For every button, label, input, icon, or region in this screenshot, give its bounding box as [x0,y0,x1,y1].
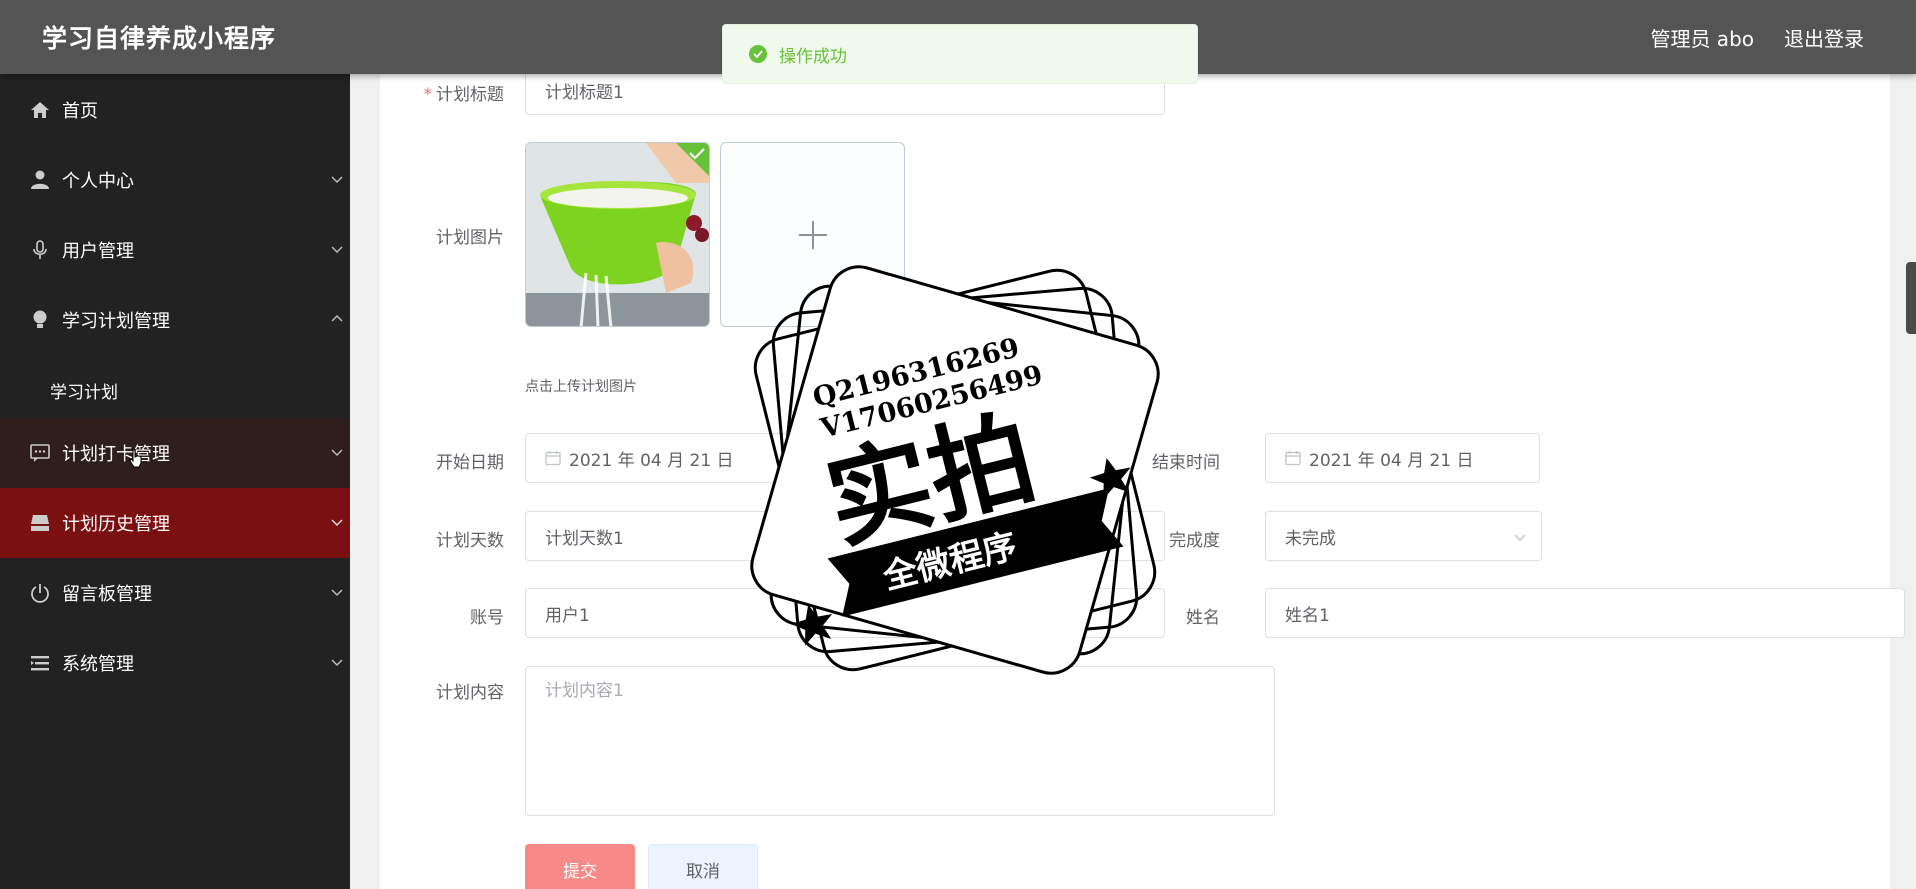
check-circle-icon [749,45,767,63]
sidebar-item-label: 学习计划 [50,382,118,403]
sidebar-item-study-plan-management[interactable]: 学习计划管理 [0,285,350,355]
chevron-down-icon [331,176,343,184]
rice-washing-photo [526,143,709,326]
calendar-icon [545,451,561,466]
chevron-down-icon [331,519,343,527]
chevron-down-icon [331,659,343,667]
upload-hint: 点击上传计划图片 [525,379,637,395]
chevron-up-icon [331,314,343,322]
list-icon [29,652,51,674]
sidebar-item-system-management[interactable]: 系统管理 [0,628,350,698]
name-input[interactable]: 姓名1 [1265,588,1905,638]
calendar-icon [1285,451,1301,466]
chevron-down-icon [331,449,343,457]
side-scroll-tab[interactable] [1906,262,1916,334]
start-date-label: 开始日期 [436,453,504,473]
bulb-icon [29,309,51,331]
inbox-icon [29,512,51,534]
sidebar-item-label: 计划历史管理 [62,514,170,535]
watermark-stamp: Q2196316269 V17060256499 实拍 全微程序 [750,265,1160,675]
image-label: 计划图片 [436,228,504,248]
power-icon [29,582,51,604]
sidebar-menu: 首页 个人中心 用户管理 学习计划管理 学习计划 计划打卡管理 计划历史管理 留… [0,74,350,889]
plan-content-textarea[interactable]: 计划内容1 [525,666,1275,816]
end-time-picker[interactable]: 2021 年 04 月 21 日 [1265,433,1540,483]
sidebar-item-label: 系统管理 [62,654,134,675]
chevron-down-icon [1514,534,1526,542]
sidebar-item-home[interactable]: 首页 [0,75,350,145]
sidebar-item-checkin-management[interactable]: 计划打卡管理 [0,418,350,488]
days-label: 计划天数 [436,531,504,551]
sidebar-item-personal-center[interactable]: 个人中心 [0,145,350,215]
home-icon [29,99,51,121]
toast-message: 操作成功 [779,46,847,67]
submit-button[interactable]: 提交 [525,844,635,889]
content-label: 计划内容 [436,683,504,703]
sidebar-item-label: 留言板管理 [62,584,152,605]
header-user-area: 管理员 abo 退出登录 [1650,23,1864,52]
chevron-down-icon [331,246,343,254]
uploaded-plan-image[interactable] [525,142,710,327]
sidebar-subitem-study-plan[interactable]: 学习计划 [0,355,350,425]
sidebar-item-history-management[interactable]: 计划历史管理 [0,488,350,558]
microphone-icon [29,239,51,261]
chat-icon [29,442,51,464]
chevron-down-icon [331,589,343,597]
account-label: 账号 [470,608,504,628]
user-icon [29,169,51,191]
sidebar-item-label: 首页 [62,101,98,122]
title-label: * 计划标题 [423,85,505,105]
hand-cursor-icon [129,449,142,468]
app-title: 学习自律养成小程序 [42,24,277,53]
sidebar-item-label: 用户管理 [62,241,134,262]
sidebar-item-label: 个人中心 [62,171,134,192]
success-toast: 操作成功 [722,24,1198,84]
sidebar-item-label: 学习计划管理 [62,311,170,332]
cancel-button[interactable]: 取消 [648,844,758,889]
sidebar-item-message-board-management[interactable]: 留言板管理 [0,558,350,628]
progress-select[interactable]: 未完成 [1265,511,1542,561]
sidebar-item-user-management[interactable]: 用户管理 [0,215,350,285]
logout-button[interactable]: 退出登录 [1784,23,1864,52]
plus-icon [798,220,827,249]
sidebar-item-label: 计划打卡管理 [62,444,170,465]
admin-user-label: 管理员 abo [1650,26,1754,51]
